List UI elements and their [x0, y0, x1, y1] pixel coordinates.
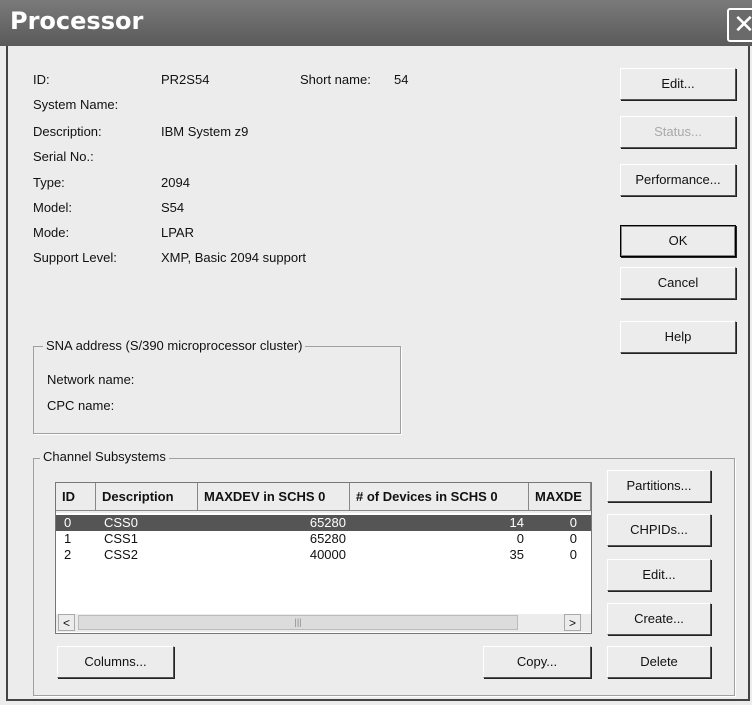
column-header-description[interactable]: Description — [96, 483, 198, 511]
horizontal-scrollbar[interactable]: < ||| > — [56, 614, 591, 632]
row-maxdev: 65280 — [309, 531, 346, 546]
help-button[interactable]: Help — [620, 321, 736, 353]
edit-button[interactable]: Edit... — [620, 68, 736, 100]
id-value: PR2S54 — [161, 72, 210, 87]
id-label: ID: — [33, 72, 50, 87]
type-label: Type: — [33, 175, 65, 190]
performance-button[interactable]: Performance... — [620, 164, 736, 196]
row-description: CSS0 — [104, 515, 138, 530]
description-value: IBM System z9 — [161, 124, 249, 139]
css-edit-button[interactable]: Edit... — [607, 559, 711, 591]
ok-button[interactable]: OK — [620, 225, 736, 257]
row-id: 0 — [64, 515, 72, 530]
column-header-id[interactable]: ID — [56, 483, 96, 511]
row-devices: 0 — [516, 531, 524, 546]
sna-address-title: SNA address (S/390 microprocessor cluste… — [43, 338, 306, 353]
close-icon[interactable]: ✕ — [727, 8, 752, 42]
column-header-devices[interactable]: # of Devices in SCHS 0 — [350, 483, 529, 511]
css-table: ID Description MAXDEV in SCHS 0 # of Dev… — [55, 482, 592, 634]
description-label: Description: — [33, 124, 102, 139]
copy-button[interactable]: Copy... — [483, 646, 591, 678]
channel-subsystems-title: Channel Subsystems — [40, 449, 169, 464]
row-maxde: 0 — [569, 547, 577, 562]
row-maxdev: 40000 — [309, 547, 346, 562]
type-value: 2094 — [161, 175, 190, 190]
table-row[interactable]: 1 CSS1 65280 0 0 — [56, 531, 591, 547]
short-name-value: 54 — [394, 72, 409, 87]
support-level-value: XMP, Basic 2094 support — [161, 250, 307, 265]
row-devices: 35 — [509, 547, 524, 562]
partitions-button[interactable]: Partitions... — [607, 470, 711, 502]
model-label: Model: — [33, 200, 73, 215]
table-row[interactable]: 2 CSS2 40000 35 0 — [56, 547, 591, 563]
column-header-maxdev[interactable]: MAXDEV in SCHS 0 — [198, 483, 350, 511]
row-maxde: 0 — [569, 515, 577, 530]
scroll-left-icon[interactable]: < — [58, 614, 75, 631]
column-header-maxde[interactable]: MAXDE — [529, 483, 591, 511]
delete-button[interactable]: Delete — [607, 646, 711, 678]
cancel-button[interactable]: Cancel — [620, 267, 736, 299]
row-description: CSS1 — [104, 531, 138, 546]
create-button[interactable]: Create... — [607, 603, 711, 635]
title-bar: Processor ✕ — [0, 0, 752, 46]
network-name-label: Network name: — [47, 372, 135, 387]
row-devices: 14 — [509, 515, 524, 530]
row-maxde: 0 — [569, 531, 577, 546]
system-name-label: System Name: — [33, 97, 119, 112]
mode-value: LPAR — [161, 225, 194, 240]
columns-button[interactable]: Columns... — [57, 646, 174, 678]
row-description: CSS2 — [104, 547, 138, 562]
sna-address-group — [33, 346, 401, 434]
serial-no-label: Serial No.: — [33, 149, 94, 164]
row-maxdev: 65280 — [309, 515, 346, 530]
table-row[interactable]: 0 CSS0 65280 14 0 — [56, 515, 591, 531]
cpc-name-label: CPC name: — [47, 398, 115, 413]
status-button[interactable]: Status... — [620, 116, 736, 148]
window-title: Processor — [10, 7, 144, 35]
chpids-button[interactable]: CHPIDs... — [607, 514, 711, 546]
model-value: S54 — [161, 200, 185, 215]
scrollbar-thumb[interactable]: ||| — [78, 615, 518, 630]
row-id: 2 — [64, 547, 72, 562]
scroll-right-icon[interactable]: > — [564, 614, 581, 631]
row-id: 1 — [64, 531, 72, 546]
support-level-label: Support Level: — [33, 250, 117, 265]
mode-label: Mode: — [33, 225, 70, 240]
table-header: ID Description MAXDEV in SCHS 0 # of Dev… — [56, 483, 591, 513]
short-name-label: Short name: — [300, 72, 371, 87]
